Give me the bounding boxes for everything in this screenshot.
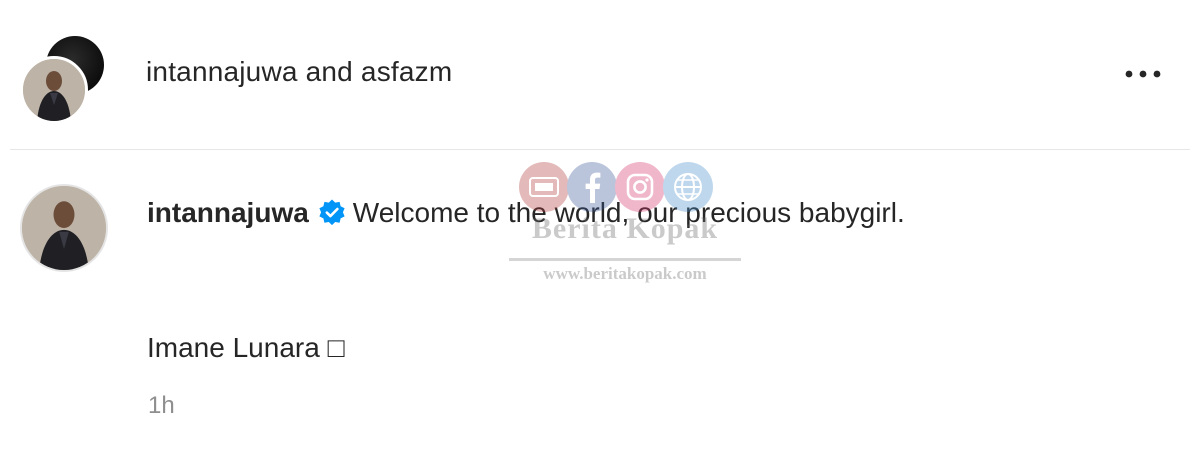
post-header: intannajuwa and asfazm [0, 0, 1200, 150]
post-comments-panel: intannajuwa and asfazm intannajuwa Welco… [0, 0, 1200, 463]
caption-username[interactable]: intannajuwa [147, 197, 309, 229]
caption-baby-name: Imane Lunara □ [147, 332, 345, 363]
more-options-button[interactable] [1118, 58, 1168, 90]
post-timestamp[interactable]: 1h [148, 392, 175, 420]
profile-photo-icon [23, 59, 85, 121]
avatar-intannajuwa[interactable] [20, 56, 88, 124]
watermark-url: www.beritakopak.com [543, 264, 707, 283]
caption: intannajuwa Welcome to the world, our pr… [147, 197, 905, 229]
post-authors[interactable]: intannajuwa and asfazm [146, 56, 452, 88]
watermark-rule [509, 258, 741, 261]
more-horizontal-icon [1125, 70, 1161, 78]
verified-badge-icon [317, 198, 347, 228]
collab-avatars[interactable] [20, 34, 110, 124]
caption-text: Welcome to the world, our precious babyg… [352, 197, 905, 228]
caption-avatar[interactable] [20, 184, 108, 272]
profile-photo-icon [22, 186, 106, 270]
header-divider [10, 149, 1190, 150]
